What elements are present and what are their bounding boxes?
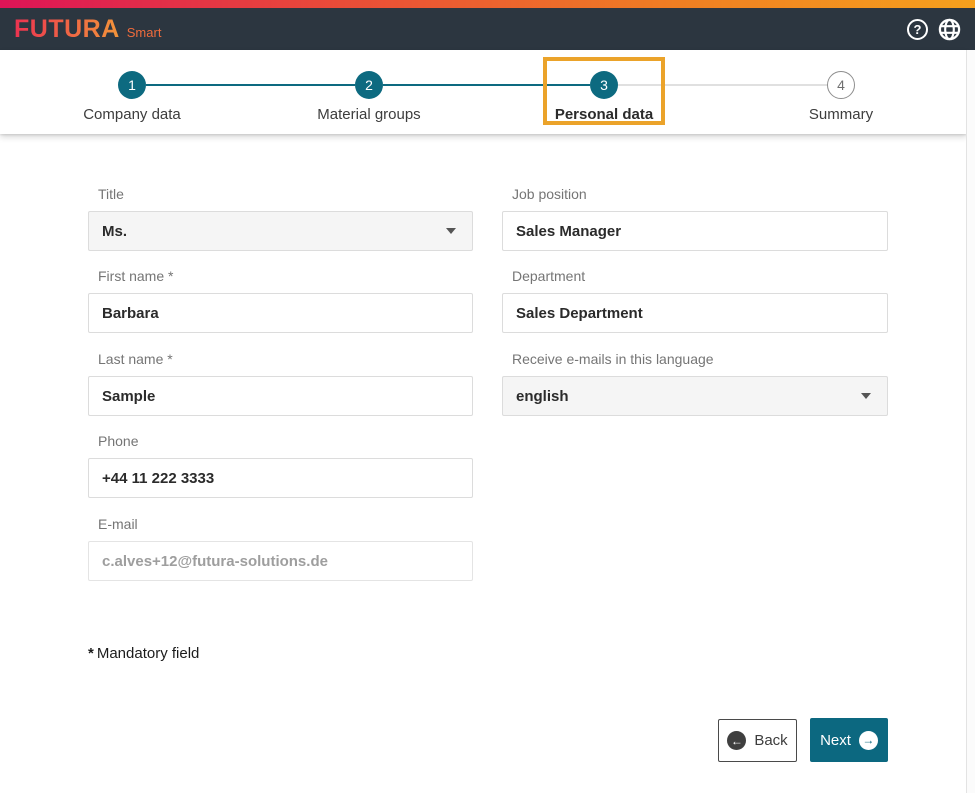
title-label: Title — [98, 186, 473, 202]
field-first-name: First name * Barbara — [88, 268, 473, 333]
step-material-groups[interactable]: 2 Material groups — [279, 50, 459, 123]
brand-name: FUTURA — [14, 15, 120, 44]
field-job-position: Job position Sales Manager — [502, 186, 888, 251]
logo: FUTURA Smart — [14, 15, 161, 44]
step-4-circle: 4 — [827, 71, 855, 99]
step-1-label: Company data — [42, 106, 222, 123]
globe-icon[interactable] — [938, 18, 961, 41]
job-position-label: Job position — [512, 186, 888, 202]
phone-value: +44 11 222 3333 — [102, 470, 214, 487]
last-name-value: Sample — [102, 388, 155, 405]
first-name-label: First name * — [98, 268, 473, 284]
step-2-circle: 2 — [355, 71, 383, 99]
department-label: Department — [512, 268, 888, 284]
title-value: Ms. — [102, 223, 127, 240]
department-value: Sales Department — [516, 305, 643, 322]
help-icon[interactable]: ? — [906, 18, 929, 41]
mandatory-asterisk: * — [88, 645, 94, 662]
chevron-down-icon — [446, 228, 456, 234]
language-label: Receive e-mails in this language — [512, 351, 888, 367]
language-select[interactable]: english — [502, 376, 888, 416]
chevron-down-icon — [861, 393, 871, 399]
email-label: E-mail — [98, 516, 473, 532]
field-last-name: Last name * Sample — [88, 351, 473, 416]
field-email: E-mail c.alves+12@futura-solutions.de — [88, 516, 473, 581]
field-phone: Phone +44 11 222 3333 — [88, 433, 473, 498]
step-3-label: Personal data — [514, 106, 694, 123]
email-input: c.alves+12@futura-solutions.de — [88, 541, 473, 581]
job-position-value: Sales Manager — [516, 223, 621, 240]
job-position-input[interactable]: Sales Manager — [502, 211, 888, 251]
wizard-stepper: 1 Company data 2 Material groups 3 Perso… — [0, 50, 967, 134]
phone-input[interactable]: +44 11 222 3333 — [88, 458, 473, 498]
required-marker: * — [168, 268, 173, 284]
arrow-right-circle-icon: → — [859, 731, 878, 750]
back-button-label: Back — [754, 732, 787, 749]
required-marker: * — [167, 351, 172, 367]
brand-suffix: Smart — [127, 25, 162, 40]
top-accent-bar — [0, 0, 975, 8]
next-button[interactable]: Next → — [810, 718, 888, 762]
email-value: c.alves+12@futura-solutions.de — [102, 553, 328, 570]
first-name-input[interactable]: Barbara — [88, 293, 473, 333]
last-name-input[interactable]: Sample — [88, 376, 473, 416]
title-select[interactable]: Ms. — [88, 211, 473, 251]
mandatory-field-note: *Mandatory field — [88, 645, 199, 662]
globe-icon-glyph — [938, 18, 961, 41]
step-summary[interactable]: 4 Summary — [751, 50, 931, 123]
step-2-label: Material groups — [279, 106, 459, 123]
step-personal-data[interactable]: 3 Personal data — [514, 50, 694, 123]
step-1-circle: 1 — [118, 71, 146, 99]
first-name-value: Barbara — [102, 305, 159, 322]
back-button[interactable]: ← Back — [718, 719, 797, 762]
app-header: FUTURA Smart ? — [0, 8, 975, 50]
phone-label: Phone — [98, 433, 473, 449]
last-name-label: Last name * — [98, 351, 473, 367]
step-3-circle: 3 — [590, 71, 618, 99]
field-department: Department Sales Department — [502, 268, 888, 333]
next-button-label: Next — [820, 732, 851, 749]
field-title: Title Ms. — [88, 186, 473, 251]
department-input[interactable]: Sales Department — [502, 293, 888, 333]
step-company-data[interactable]: 1 Company data — [42, 50, 222, 123]
step-4-label: Summary — [751, 106, 931, 123]
arrow-left-circle-icon: ← — [727, 731, 746, 750]
scrollbar-track[interactable] — [967, 50, 975, 793]
language-value: english — [516, 388, 569, 405]
field-language: Receive e-mails in this language english — [502, 351, 888, 416]
